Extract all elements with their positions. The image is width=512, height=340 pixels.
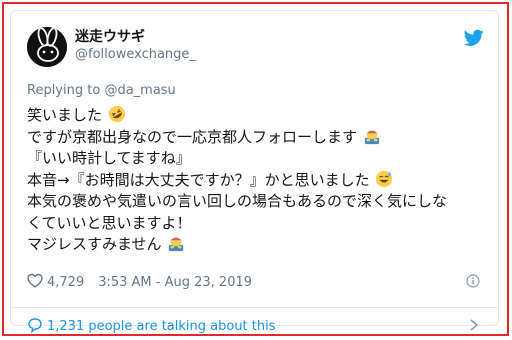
- conversation-label[interactable]: 1,231 people are talking about this: [47, 319, 276, 334]
- chevron-right-icon[interactable]: [468, 318, 480, 332]
- tweet-line: 本音→『お時間は大丈夫ですか？』かと思いました: [27, 170, 487, 192]
- tweet-line-text: 笑いました: [27, 106, 103, 124]
- tweet-line: マジレスすみません: [27, 234, 487, 256]
- tweet-line-text: くていいと思いますよ！: [27, 213, 192, 232]
- tweet-card: 迷走ウサギ @followexchange_ Replying to @da_m…: [10, 10, 499, 334]
- reply-mention-link[interactable]: @da_masu: [104, 83, 175, 98]
- tweet-header: 迷走ウサギ @followexchange_: [25, 25, 484, 71]
- tweet-line: 笑いました: [27, 105, 487, 127]
- tweet-text: 笑いました ですが京都出身なので一応京都人フォローします 『いい時計してますね』…: [27, 105, 487, 256]
- tweet-line-text: 本気の褒めや気遣いの言い回しの場合もあるので深く気にしな: [27, 192, 448, 210]
- replying-to: Replying to @da_masu: [27, 83, 176, 98]
- replying-to-label: Replying to: [27, 83, 101, 98]
- rolling-on-floor-laughing-emoji: [108, 105, 125, 123]
- info-icon[interactable]: [466, 274, 480, 288]
- tweet-meta: 4,729 3:53 AM - Aug 23, 2019: [27, 273, 482, 293]
- man-bowing-emoji: [169, 237, 184, 252]
- user-names: 迷走ウサギ @followexchange_: [75, 28, 196, 64]
- display-name[interactable]: 迷走ウサギ: [75, 28, 196, 46]
- grinning-sweat-emoji: [376, 170, 393, 187]
- user-handle[interactable]: @followexchange_: [75, 46, 196, 64]
- like-count[interactable]: 4,729: [47, 275, 84, 290]
- tweet-line-text: 『いい時計してますね』: [27, 149, 191, 167]
- tweet-line-text: 本音→『お時間は大丈夫ですか？』かと思いました: [27, 170, 370, 189]
- divider: [11, 307, 498, 308]
- tweet-line: 『いい時計してますね』: [27, 148, 487, 170]
- man-bowing-emoji: [364, 130, 379, 144]
- tweet-line-text: ですが京都出身なので一応京都人フォローします: [27, 127, 358, 146]
- tweet-line-text: マジレスすみません: [27, 235, 162, 253]
- speech-bubble-icon: [28, 318, 42, 333]
- tweet-line: 本気の褒めや気遣いの言い回しの場合もあるので深く気にしな: [27, 191, 487, 213]
- twitter-bird-icon[interactable]: [464, 29, 484, 47]
- tweet-timestamp[interactable]: 3:53 AM - Aug 23, 2019: [98, 275, 252, 290]
- heart-icon[interactable]: [27, 273, 43, 289]
- rabbit-avatar-icon[interactable]: [27, 27, 67, 67]
- tweet-line: ですが京都出身なので一応京都人フォローします: [27, 127, 487, 149]
- tweet-line: くていいと思いますよ！: [27, 213, 487, 235]
- conversation-link[interactable]: 1,231 people are talking about this: [27, 317, 482, 335]
